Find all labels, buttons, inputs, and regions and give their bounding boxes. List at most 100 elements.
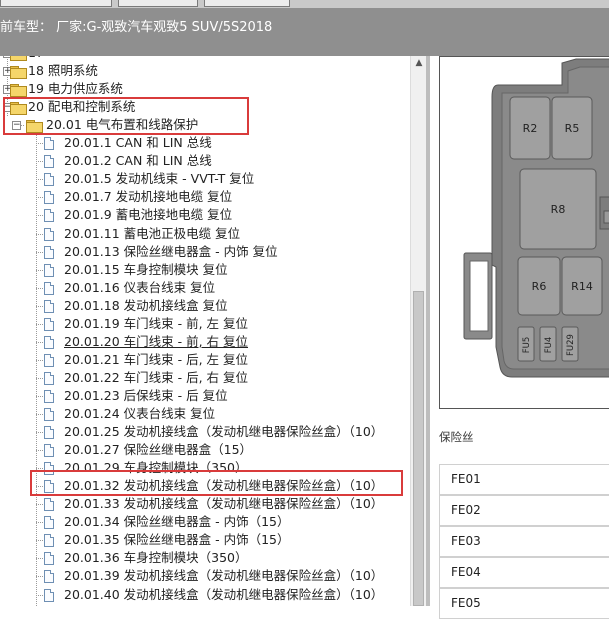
fuse-box-diagram: R2 R5 R8 R6 R14 FU5 FU4 FU29 — [439, 56, 609, 409]
folder-icon — [10, 84, 27, 98]
tree-connector — [36, 323, 43, 325]
tree-connector — [36, 558, 43, 560]
scroll-thumb[interactable] — [413, 291, 424, 606]
document-icon — [44, 317, 54, 331]
document-icon — [44, 371, 54, 385]
tree-item-label: 20.01.21 车门线束 - 后, 左 复位 — [64, 351, 249, 367]
tree-item[interactable]: 20.01.34 保险丝继电器盒 - 内饰（15） — [0, 513, 410, 531]
tree-item-label: 20.01.39 发动机接线盒（发动机继电器保险丝盒）（10） — [64, 568, 384, 584]
document-icon — [44, 263, 54, 277]
tree-connector — [36, 179, 43, 181]
tree-item[interactable]: 20.01.33 发动机接线盒（发动机继电器保险丝盒）（10） — [0, 495, 410, 513]
tree-connector — [36, 161, 43, 163]
document-icon — [44, 209, 54, 223]
tree-item-label: 20.01.20 车门线束 - 前, 右 复位 — [64, 333, 249, 349]
tree-item[interactable]: 20.01.11 蓄电池正极电缆 复位 — [0, 225, 410, 243]
tree-item[interactable]: 20.01.19 车门线束 - 前, 左 复位 — [0, 315, 410, 333]
tree-item-label: 20.01.34 保险丝继电器盒 - 内饰（15） — [64, 514, 290, 530]
document-icon — [44, 534, 54, 548]
tree-connector — [36, 305, 43, 307]
tree-connector — [36, 576, 43, 578]
document-icon — [44, 137, 54, 151]
tree-item-label: 20.01.1 CAN 和 LIN 总线 — [64, 135, 212, 151]
tree-item-label: 20.01.2 CAN 和 LIN 总线 — [64, 153, 212, 169]
document-icon — [44, 227, 54, 241]
document-icon — [44, 335, 54, 349]
fuse-label: FU4 — [544, 337, 554, 354]
toolbar-button-3[interactable] — [204, 0, 290, 7]
tree-item[interactable]: 20.01.15 车身控制模块 复位 — [0, 261, 410, 279]
tree-item[interactable]: 20.01.21 车门线束 - 后, 左 复位 — [0, 351, 410, 369]
tree-item-label: 20.01.24 仪表台线束 复位 — [64, 406, 216, 421]
tree-connector — [36, 468, 43, 470]
tree-connector — [36, 287, 43, 289]
fuse-row[interactable]: FE03 — [439, 526, 609, 557]
right-panel: R2 R5 R8 R6 R14 FU5 FU4 FU29 保险丝 FE01 FE02 FE03 F… — [430, 56, 609, 619]
relay-label: R2 — [523, 122, 538, 135]
tree-connector — [36, 504, 43, 506]
tree-item-label: 20.01.22 车门线束 - 后, 右 复位 — [64, 369, 249, 385]
relay-label: R6 — [532, 280, 547, 293]
fuse-row[interactable]: FE02 — [439, 495, 609, 526]
vehicle-header: 前车型： 厂家:G-观致汽车观致5 SUV/5S2018 — [0, 8, 609, 56]
fuse-row[interactable]: FE04 — [439, 557, 609, 588]
tree-item[interactable]: 20.01.22 车门线束 - 后, 右 复位 — [0, 369, 410, 387]
tree-item[interactable]: 20.01.23 后保线束 - 后 复位 — [0, 387, 410, 405]
toolbar-button-2[interactable] — [118, 0, 198, 7]
tree-item-label: 20.01.33 发动机接线盒（发动机继电器保险丝盒）（10） — [64, 496, 384, 512]
fuse-label: FU29 — [566, 334, 576, 356]
document-icon — [44, 353, 54, 367]
tree-item[interactable]: 20.01.39 发动机接线盒（发动机继电器保险丝盒）（10） — [0, 567, 410, 585]
tree-item[interactable]: 20.01.20 车门线束 - 前, 右 复位 — [0, 333, 410, 351]
tree-scrollbar[interactable]: ▲ — [410, 56, 427, 606]
tree-folder[interactable]: +18 照明系统 — [0, 62, 410, 80]
tree-item[interactable]: 20.01.24 仪表台线束 复位 — [0, 405, 410, 423]
tree-item[interactable]: 20.01.18 发动机接线盒 复位 — [0, 297, 410, 315]
tree-item-label: 20.01.13 保险丝继电器盒 - 内饰 复位 — [64, 243, 278, 259]
tree-item[interactable]: 20.01.36 车身控制模块（350） — [0, 549, 410, 567]
tree-item-label: 20.01.11 蓄电池正极电缆 复位 — [64, 225, 241, 241]
tree-item-label: 19 电力供应系统 — [28, 81, 123, 97]
relay-label: R5 — [565, 122, 580, 135]
tree-connector — [36, 522, 43, 524]
document-icon — [44, 444, 54, 458]
tree-item-label: 20.01.5 发动机线束 - VVT-T 复位 — [64, 171, 255, 187]
tree-item-label: 20.01.16 仪表台线束 复位 — [64, 279, 216, 295]
tree-item[interactable]: 20.01.16 仪表台线束 复位 — [0, 279, 410, 297]
tree-connector — [36, 432, 43, 434]
document-icon — [44, 389, 54, 403]
tree-item[interactable]: 20.01.40 发动机接线盒（发动机继电器保险丝盒）（10） — [0, 586, 410, 604]
tree-item[interactable]: 20.01.7 发动机接地电缆 复位 — [0, 188, 410, 206]
document-icon — [44, 281, 54, 295]
tree-connector — [36, 359, 43, 361]
document-icon — [44, 570, 54, 584]
tree-item-label: 20.01.18 发动机接线盒 复位 — [64, 297, 228, 313]
relay-label: R8 — [551, 203, 566, 216]
fuse-label: FU5 — [522, 337, 532, 354]
tree-item[interactable]: 20.01.5 发动机线束 - VVT-T 复位 — [0, 170, 410, 188]
tree-item[interactable]: 20.01.9 蓄电池接地电缆 复位 — [0, 206, 410, 224]
tree-item-label: 20.01.9 蓄电池接地电缆 复位 — [64, 207, 233, 223]
tree-item-label: 20.01.23 后保线束 - 后 复位 — [64, 387, 228, 403]
tree-item[interactable]: 20.01.25 发动机接线盒（发动机继电器保险丝盒）（10） — [0, 423, 410, 441]
fuse-section-label: 保险丝 — [439, 430, 474, 444]
tree-folder[interactable]: +19 电力供应系统 — [0, 80, 410, 98]
tree-item[interactable]: 20.01.35 保险丝继电器盒 - 内饰（15） — [0, 531, 410, 549]
tree-item[interactable]: 20.01.1 CAN 和 LIN 总线 — [0, 134, 410, 152]
tree-item[interactable]: 20.01.2 CAN 和 LIN 总线 — [0, 152, 410, 170]
relay-label: R14 — [571, 280, 593, 293]
document-icon — [44, 516, 54, 530]
tree-connector — [36, 377, 43, 379]
tree-item-label: 20.01.36 车身控制模块（350） — [64, 550, 248, 566]
scroll-up-arrow-icon[interactable]: ▲ — [411, 58, 427, 72]
tree-item[interactable]: 20.01.13 保险丝继电器盒 - 内饰 复位 — [0, 243, 410, 261]
fuse-row[interactable]: FE01 — [439, 464, 609, 495]
tree-item[interactable]: 20.01.27 保险丝继电器盒（15） — [0, 441, 410, 459]
tree-connector — [36, 143, 43, 145]
folder-icon — [10, 56, 27, 61]
tree-item-label: 18 照明系统 — [28, 63, 98, 79]
tree-connector — [36, 395, 43, 397]
document-icon — [44, 245, 54, 259]
toolbar-button-1[interactable] — [0, 0, 112, 7]
fuse-row[interactable]: FE05 — [439, 588, 609, 619]
